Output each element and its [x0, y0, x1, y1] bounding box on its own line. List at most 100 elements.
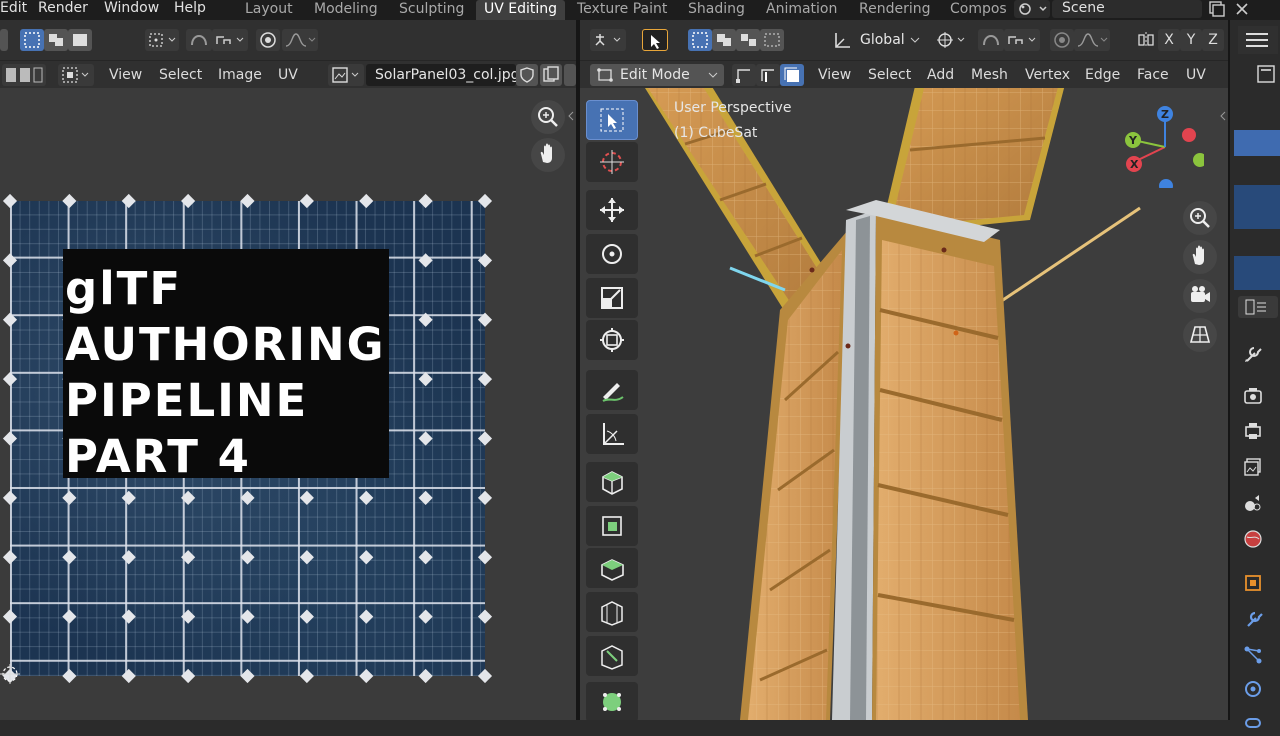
- select-box-tool[interactable]: [586, 100, 638, 140]
- uv-vertex[interactable]: [121, 609, 136, 624]
- transform-tool[interactable]: [586, 320, 638, 360]
- object-tab-icon[interactable]: [1240, 570, 1266, 596]
- uv-vertex[interactable]: [418, 550, 433, 565]
- uv-vertex[interactable]: [2, 372, 18, 387]
- uv-vertex[interactable]: [477, 550, 493, 565]
- uv-vertex[interactable]: [2, 253, 18, 268]
- viewport-sidebar-toggle-icon[interactable]: [1218, 106, 1228, 126]
- uv-vertex[interactable]: [359, 193, 374, 209]
- poly-build-tool[interactable]: [586, 682, 638, 720]
- uv-vertex[interactable]: [181, 609, 196, 624]
- uv-vertex[interactable]: [418, 253, 433, 268]
- uv-vertex[interactable]: [418, 668, 433, 684]
- properties-editor-type-icon[interactable]: [1238, 296, 1278, 318]
- uv-vertex[interactable]: [477, 431, 493, 446]
- uv-vertex[interactable]: [181, 550, 196, 565]
- render-tab-icon[interactable]: [1240, 382, 1266, 408]
- mirror-y-toggle[interactable]: Y: [1180, 29, 1202, 51]
- 3d-viewport[interactable]: Global X Y Z Edit Mode View Select Add M…: [580, 20, 1228, 720]
- uv-vertex[interactable]: [477, 253, 493, 268]
- copy-scene-icon[interactable]: [1206, 0, 1226, 18]
- snap-toggle-icon[interactable]: [978, 29, 1004, 51]
- scene-name-field[interactable]: Scene: [1052, 0, 1202, 18]
- select-mode-vertex-icon[interactable]: [732, 64, 756, 86]
- mirror-options-icon[interactable]: [1134, 29, 1158, 51]
- annotate-tool[interactable]: [586, 370, 638, 410]
- camera-view-icon[interactable]: [1183, 279, 1217, 313]
- navigation-gizmo[interactable]: X Y Z: [1120, 102, 1207, 193]
- measure-tool[interactable]: [586, 414, 638, 454]
- tool-settings-tab-icon[interactable]: [1240, 340, 1266, 366]
- uv-vertex[interactable]: [359, 668, 374, 684]
- object-interaction-dropdown[interactable]: [590, 29, 626, 51]
- scene-tab-icon[interactable]: [1240, 490, 1266, 516]
- outliner-selected-row[interactable]: [1234, 130, 1280, 156]
- uv-vertex[interactable]: [2, 609, 18, 624]
- loop-cut-tool[interactable]: [586, 592, 638, 632]
- outliner-highlight-row[interactable]: [1234, 256, 1280, 290]
- uv-vertex[interactable]: [2, 312, 18, 327]
- constraints-tab-icon[interactable]: [1240, 710, 1266, 736]
- mirror-z-toggle[interactable]: Z: [1202, 29, 1224, 51]
- scene-selector-icon[interactable]: [1014, 0, 1050, 18]
- uv-vertex[interactable]: [240, 550, 255, 565]
- move-tool[interactable]: [586, 190, 638, 230]
- uv-vertex[interactable]: [299, 609, 314, 624]
- uv-vertex[interactable]: [2, 431, 18, 446]
- scale-tool[interactable]: [586, 278, 638, 318]
- physics-tab-icon[interactable]: [1240, 676, 1266, 702]
- menu-help[interactable]: Help: [174, 0, 206, 20]
- select-mode-edge-button[interactable]: [712, 29, 736, 51]
- uv-vertex[interactable]: [62, 490, 77, 505]
- tab-compositing[interactable]: Compos: [942, 0, 1008, 20]
- uv-vertex[interactable]: [477, 193, 493, 209]
- uv-vertex[interactable]: [299, 193, 314, 209]
- select-mode-edge-icon[interactable]: [756, 64, 780, 86]
- viewport-pan-icon[interactable]: [1183, 240, 1217, 274]
- viewport-zoom-icon[interactable]: [1183, 201, 1217, 235]
- menu-window[interactable]: Window: [104, 0, 159, 20]
- uv-vertex[interactable]: [121, 490, 136, 505]
- uv-vertex[interactable]: [240, 668, 255, 684]
- uv-vertex[interactable]: [359, 609, 374, 624]
- uv-vertex[interactable]: [418, 312, 433, 327]
- uv-vertex[interactable]: [240, 609, 255, 624]
- uv-vertex[interactable]: [299, 668, 314, 684]
- outliner-filter-icon[interactable]: [1252, 60, 1280, 88]
- extrude-tool[interactable]: [586, 506, 638, 546]
- output-tab-icon[interactable]: [1240, 418, 1266, 444]
- world-tab-icon[interactable]: [1240, 526, 1266, 552]
- outliner-active-row[interactable]: [1234, 185, 1280, 229]
- mirror-x-toggle[interactable]: X: [1158, 29, 1180, 51]
- select-mode-face-icon[interactable]: [780, 64, 804, 86]
- uv-vertex[interactable]: [477, 312, 493, 327]
- tab-animation[interactable]: Animation: [758, 0, 845, 20]
- select-mode-face-button[interactable]: [736, 29, 760, 51]
- cursor-tool[interactable]: [586, 142, 638, 182]
- uv-vertex[interactable]: [121, 550, 136, 565]
- perspective-toggle-icon[interactable]: [1183, 318, 1217, 352]
- pivot-point-dropdown[interactable]: [934, 29, 970, 51]
- uv-vertex[interactable]: [418, 609, 433, 624]
- uv-vertex[interactable]: [121, 668, 136, 684]
- uv-vertex[interactable]: [62, 668, 77, 684]
- 2d-cursor-icon[interactable]: [0, 660, 28, 688]
- knife-tool[interactable]: [586, 636, 638, 676]
- menu-render[interactable]: Render: [38, 0, 88, 20]
- viewport-menu-uv[interactable]: UV: [1186, 65, 1206, 85]
- viewport-menu-mesh[interactable]: Mesh: [971, 65, 1008, 85]
- uv-vertex[interactable]: [477, 668, 493, 684]
- uv-vertex[interactable]: [240, 193, 255, 209]
- proportional-edit-icon[interactable]: [1050, 29, 1074, 51]
- uv-vertex[interactable]: [359, 550, 374, 565]
- transform-orientation-icon[interactable]: [830, 29, 854, 51]
- tab-layout[interactable]: Layout: [237, 0, 301, 20]
- menu-edit[interactable]: Edit: [0, 0, 27, 20]
- uv-vertex[interactable]: [181, 193, 196, 209]
- orientation-chevron-icon[interactable]: [908, 32, 922, 46]
- delete-scene-icon[interactable]: [1232, 0, 1252, 18]
- viewport-menu-edge[interactable]: Edge: [1085, 65, 1120, 85]
- uv-vertex[interactable]: [62, 193, 77, 209]
- uv-vertex[interactable]: [359, 490, 374, 505]
- particles-tab-icon[interactable]: [1240, 642, 1266, 668]
